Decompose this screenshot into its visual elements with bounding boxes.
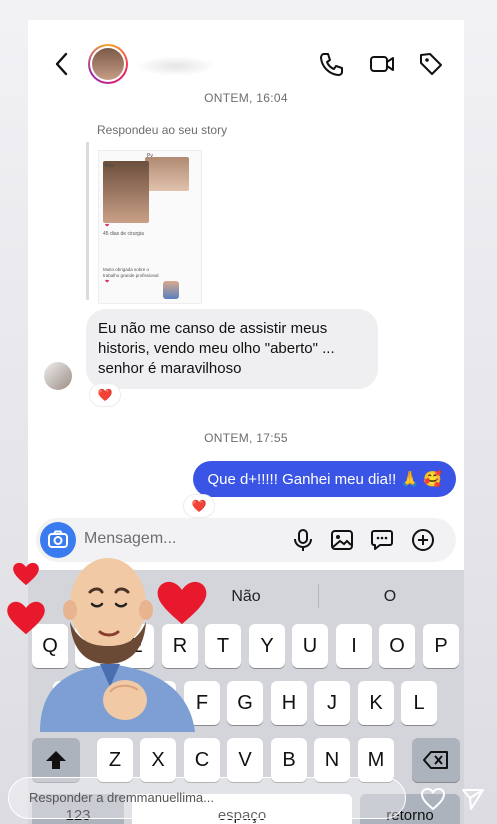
microphone-icon[interactable] — [291, 528, 315, 552]
story-caption: Muito obrigada sobre o trabalho grande p… — [103, 267, 159, 278]
avatar[interactable] — [88, 44, 128, 84]
story-reply-bar — [8, 777, 406, 819]
heart-icon: ❤ — [105, 223, 110, 229]
message-input[interactable] — [84, 530, 264, 548]
reaction-badge[interactable]: ❤️ — [90, 384, 120, 406]
story-photo — [103, 161, 149, 223]
key-g[interactable]: G — [227, 681, 263, 725]
quote-bar — [86, 142, 89, 300]
incoming-message[interactable]: Eu não me canso de assistir meus histori… — [86, 309, 378, 389]
key-b[interactable]: B — [271, 738, 307, 782]
shift-icon — [46, 751, 66, 769]
key-m[interactable]: M — [358, 738, 394, 782]
story-label: Pos — [105, 163, 114, 169]
gallery-icon[interactable] — [330, 528, 354, 552]
key-p[interactable]: P — [423, 624, 459, 668]
outgoing-message[interactable]: Que d+!!!!! Ganhei meu dia!! 🙏 🥰 — [193, 461, 456, 497]
timestamp: ONTEM, 16:04 — [204, 91, 288, 105]
key-j[interactable]: J — [314, 681, 350, 725]
key-y[interactable]: Y — [249, 624, 285, 668]
suggestion[interactable]: O — [320, 588, 460, 606]
plus-icon[interactable] — [411, 528, 435, 552]
avatar — [163, 281, 179, 299]
key-i[interactable]: I — [336, 624, 372, 668]
story-caption: 45 dias de cirurgia — [103, 231, 144, 237]
heart-icon — [157, 581, 207, 625]
tag-icon[interactable] — [417, 50, 445, 78]
dm-screenshot: ONTEM, 16:04 Respondeu ao seu story Pos … — [28, 20, 464, 580]
story-reply-input[interactable] — [29, 790, 329, 805]
key-v[interactable]: V — [227, 738, 263, 782]
divider — [318, 584, 319, 608]
key-o[interactable]: O — [379, 624, 415, 668]
heart-icon — [13, 562, 39, 586]
memoji-sticker[interactable] — [30, 552, 200, 732]
backspace-key[interactable] — [412, 738, 460, 782]
story-preview[interactable]: Pos Pv ❤ 45 dias de cirurgia Muito obrig… — [98, 150, 202, 304]
heart-icon: ❤ — [105, 279, 110, 285]
avatar[interactable] — [44, 362, 72, 390]
key-x[interactable]: X — [140, 738, 176, 782]
sticker-icon[interactable] — [370, 528, 394, 552]
story-label: Pv — [147, 153, 153, 159]
key-t[interactable]: T — [205, 624, 241, 668]
phone-icon[interactable] — [318, 50, 346, 78]
shift-key[interactable] — [32, 738, 80, 782]
backspace-icon — [423, 751, 448, 769]
key-k[interactable]: K — [358, 681, 394, 725]
story-photo — [145, 157, 189, 191]
chat-header — [28, 20, 464, 90]
timestamp: ONTEM, 17:55 — [204, 431, 288, 445]
reaction-badge[interactable]: ❤️ — [184, 495, 214, 517]
story-reply-note: Respondeu ao seu story — [97, 123, 228, 137]
blurred-username — [136, 56, 216, 76]
key-u[interactable]: U — [292, 624, 328, 668]
chevron-left-icon[interactable] — [52, 50, 72, 78]
video-icon[interactable] — [368, 50, 396, 78]
send-icon[interactable] — [460, 786, 486, 812]
key-h[interactable]: H — [271, 681, 307, 725]
key-n[interactable]: N — [314, 738, 350, 782]
heart-icon[interactable] — [420, 786, 446, 812]
key-c[interactable]: C — [184, 738, 220, 782]
key-z[interactable]: Z — [97, 738, 133, 782]
key-l[interactable]: L — [401, 681, 437, 725]
heart-icon — [7, 601, 45, 635]
